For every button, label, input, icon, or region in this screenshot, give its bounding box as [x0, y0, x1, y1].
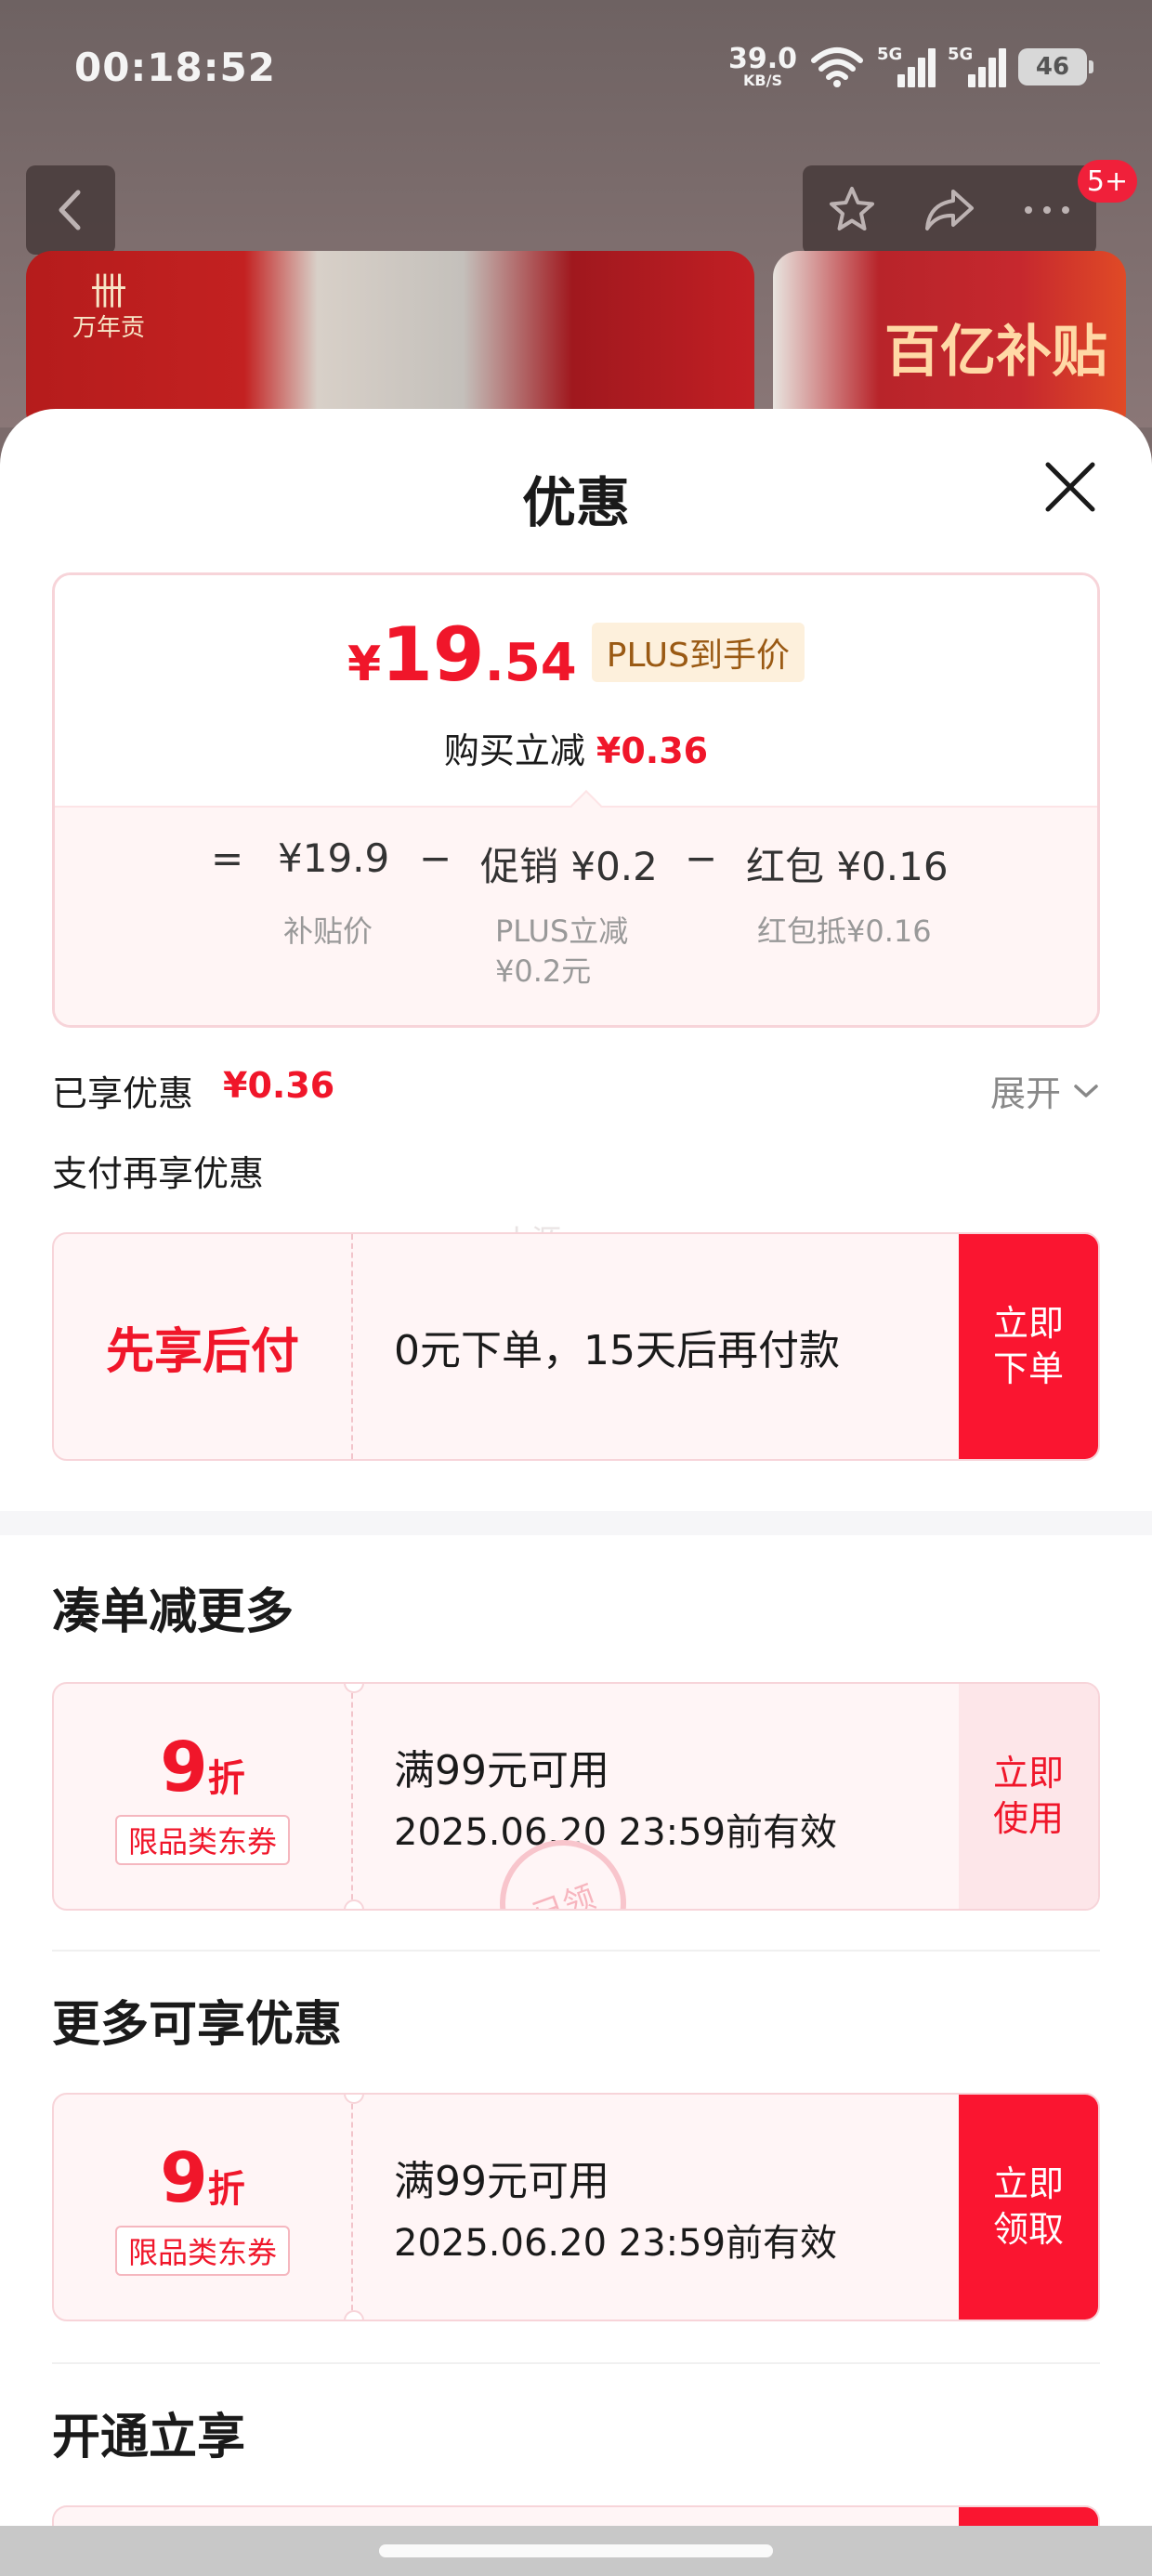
plus-price-tag: PLUS到手价 [591, 623, 805, 682]
equals-sign: = [211, 835, 244, 881]
membership-action-peek[interactable] [959, 2507, 1098, 2528]
expand-button[interactable]: 展开 [990, 1065, 1100, 1116]
network-speed: 39.0 KB/S [728, 46, 797, 88]
price-breakdown: = ¥19.9 − 促销 ¥0.2 − 红包 ¥0.16 补贴价 PLUS立减 … [55, 806, 1097, 1025]
separator-line [52, 1950, 1100, 1952]
header-actions [803, 165, 1096, 255]
promo-badge: 百亿补贴 [884, 320, 1107, 385]
expand-label: 展开 [989, 1073, 1061, 1114]
coupon-condition: 满99元可用 [394, 1747, 609, 1794]
coupon-notch [344, 2310, 364, 2320]
minus-sign: − [419, 835, 452, 881]
close-icon [1045, 462, 1095, 512]
signal-1-icon: 5G [877, 45, 936, 89]
share-button[interactable] [901, 165, 999, 255]
price-formula: = ¥19.9 − 促销 ¥0.2 − 红包 ¥0.16 [55, 835, 1097, 891]
coupon-card-claimed[interactable]: 9 折 限品类东券 满99元可用 2025.06.20 23:59前有效 已领 … [52, 1682, 1100, 1911]
section-divider [0, 1511, 1152, 1535]
brand-logo-text: 万年贡 [72, 314, 146, 342]
enjoyed-value: ¥0.36 [223, 1065, 335, 1106]
offers-sheet: 优惠 ¥ 19 .54 PLUS到手价 购买立减 ¥0.36 = ¥19.9 −… [0, 409, 1152, 2528]
bnpl-info: 0元下单，15天后再付款 [394, 1234, 988, 1459]
final-price: ¥ 19 .54 [347, 611, 577, 698]
status-bar: 00:18:52 39.0 KB/S 5G 5G 46 [0, 0, 1152, 139]
membership-card-peek[interactable] [52, 2505, 1100, 2528]
minus-sign: − [685, 835, 718, 881]
coupon-notch [344, 1899, 364, 1909]
back-button[interactable] [26, 165, 115, 255]
purchase-reduction: 购买立减 ¥0.36 [55, 722, 1097, 773]
order-now-button[interactable]: 立即 下单 [959, 1234, 1098, 1459]
battery-icon: 46 [1018, 48, 1093, 85]
coupon-info: 满99元可用 2025.06.20 23:59前有效 [394, 1684, 988, 1909]
status-time: 00:18:52 [74, 45, 276, 90]
coupon-card[interactable]: 9 折 限品类东券 满99元可用 2025.06.20 23:59前有效 立即领… [52, 2093, 1100, 2321]
network-speed-unit: KB/S [743, 72, 782, 89]
share-icon [925, 190, 974, 230]
sheet-title: 优惠 [521, 471, 630, 534]
redpacket-value: 红包 ¥0.16 [746, 844, 949, 889]
wifi-icon [811, 47, 863, 87]
status-icons: 39.0 KB/S 5G 5G 46 [728, 43, 1093, 91]
system-nav-bar [0, 2526, 1152, 2576]
section-title-open: 开通立享 [52, 2410, 246, 2465]
coupon-scope-tag: 限品类东券 [114, 2226, 290, 2276]
claim-now-button[interactable]: 立即 领取 [959, 2095, 1098, 2320]
coupon-info: 满99元可用 2025.06.20 23:59前有效 [394, 2095, 988, 2320]
signal-2-icon: 5G [948, 45, 1006, 89]
brand-logo: 卌 万年贡 [72, 270, 146, 342]
more-dots-icon [1025, 206, 1069, 214]
redpacket-label: 红包抵¥0.16 [757, 913, 932, 949]
use-now-button[interactable]: 立即 使用 [959, 1684, 1098, 1909]
network-speed-value: 39.0 [727, 43, 797, 75]
separator-line [52, 2362, 1100, 2364]
star-icon [830, 187, 874, 230]
promo-label: PLUS立减 ¥0.2元 [495, 913, 629, 990]
favorite-button[interactable] [804, 165, 901, 255]
close-button[interactable] [1039, 455, 1102, 519]
purchase-reduction-value: ¥0.36 [596, 730, 709, 771]
chevron-left-icon [59, 190, 81, 230]
price-summary-card: ¥ 19 .54 PLUS到手价 购买立减 ¥0.36 = ¥19.9 − 促销 … [52, 572, 1100, 1028]
coupon-discount-area: 9 折 限品类东券 [54, 1684, 353, 1909]
enjoyed-label: 已享优惠 [52, 1073, 194, 1114]
coupon-condition: 满99元可用 [394, 2158, 609, 2205]
section-title-more-offers: 更多可享优惠 [52, 1997, 343, 2053]
coupon-discount: 9 折 [160, 2138, 245, 2218]
coupon-discount-area: 9 折 限品类东券 [54, 2095, 353, 2320]
bnpl-left: 先享后付 [54, 1234, 353, 1459]
section-title-more-reduce: 凑单减更多 [52, 1584, 295, 1640]
price-summary-top: ¥ 19 .54 PLUS到手价 购买立减 ¥0.36 [55, 575, 1097, 806]
coupon-expiry: 2025.06.20 23:59前有效 [394, 2222, 838, 2265]
bnpl-desc: 0元下单，15天后再付款 [394, 1327, 840, 1374]
base-price-value: ¥19.9 [278, 835, 390, 881]
purchase-reduction-label: 购买立减 [443, 730, 585, 771]
battery-level: 46 [1035, 53, 1070, 81]
bnpl-card[interactable]: 先享后付 0元下单，15天后再付款 立即 下单 [52, 1232, 1100, 1461]
final-price-line: ¥ 19 .54 PLUS到手价 [55, 618, 1097, 693]
enjoyed-discount-row: 已享优惠 ¥0.36 展开 [52, 1065, 1100, 1117]
coupon-expiry: 2025.06.20 23:59前有效 [394, 1811, 838, 1854]
home-gesture-handle[interactable] [379, 2544, 773, 2557]
pay-more-label: 支付再享优惠 [52, 1153, 265, 1194]
chevron-down-icon [1074, 1084, 1098, 1097]
bnpl-title: 先享后付 [105, 1323, 299, 1380]
base-price-label: 补贴价 [283, 913, 373, 949]
coupon-scope-tag: 限品类东券 [114, 1815, 290, 1865]
promo-value: 促销 ¥0.2 [480, 844, 658, 889]
coupon-discount: 9 折 [160, 1728, 245, 1807]
cart-count-badge: 5+ [1078, 160, 1137, 203]
